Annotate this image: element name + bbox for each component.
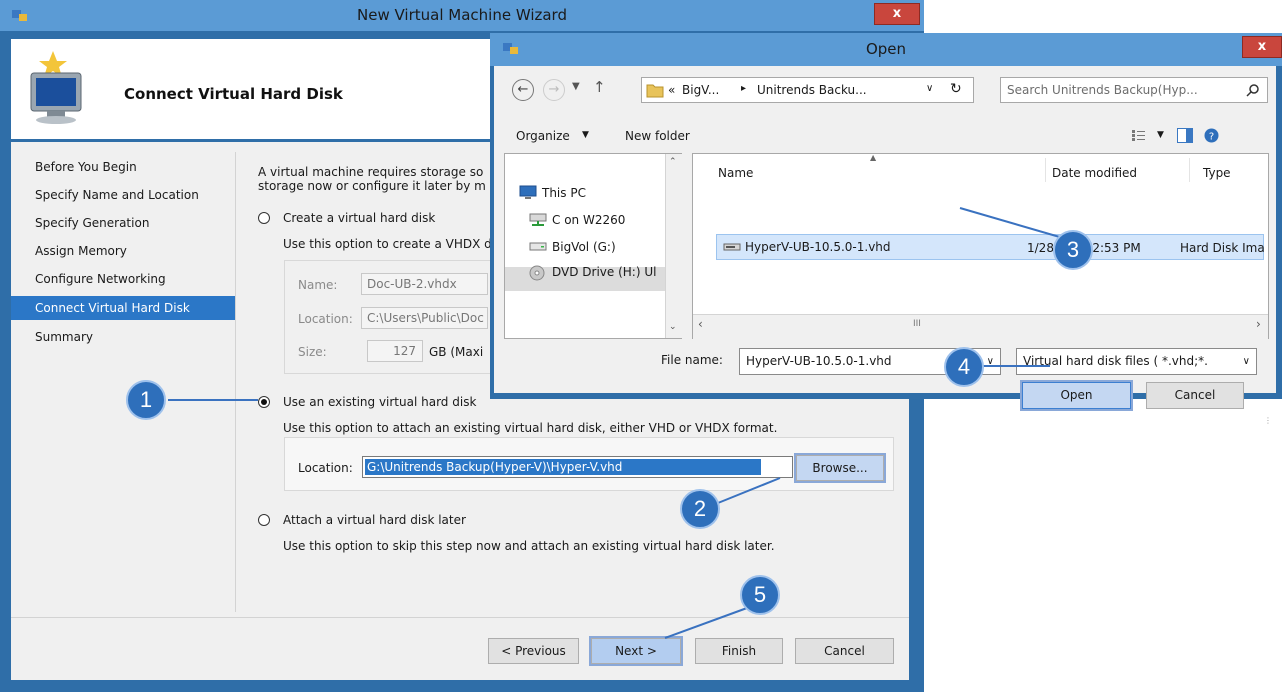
connector-5: [664, 607, 748, 639]
callout-4: 4: [944, 347, 984, 387]
callout-3: 3: [1053, 230, 1093, 270]
callout-connectors: [168, 207, 1071, 639]
callout-5: 5: [740, 575, 780, 615]
connector-2: [712, 477, 781, 506]
callout-2: 2: [680, 489, 720, 529]
callout-1: 1: [126, 380, 166, 420]
connector-3: [959, 207, 1071, 241]
